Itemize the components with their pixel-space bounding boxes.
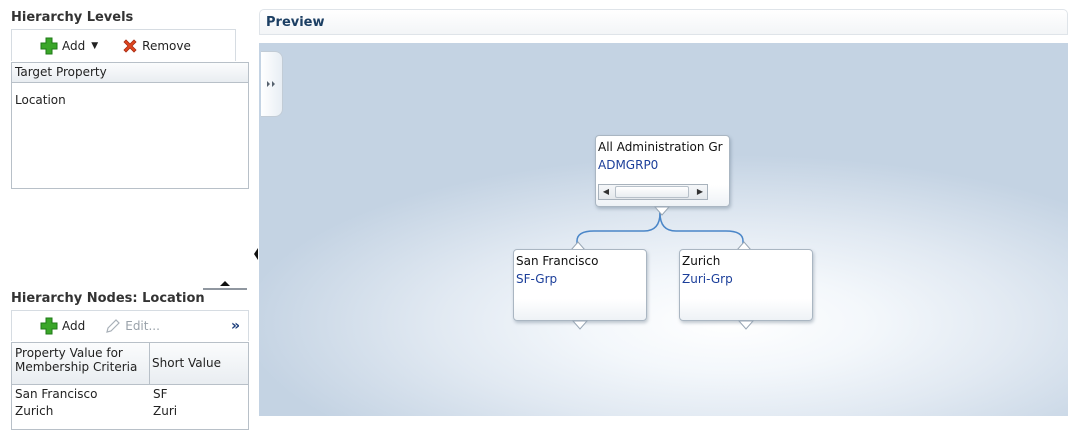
column-header-line-2: Membership Criteria	[15, 360, 138, 374]
node-label: All Administration Gr	[598, 140, 723, 154]
add-level-label: Add	[62, 38, 86, 53]
add-node-button[interactable]: Add	[40, 317, 85, 335]
node-label: Zurich	[682, 254, 721, 268]
table-row[interactable]: Location	[15, 93, 66, 107]
node-code: SF-Grp	[516, 272, 558, 286]
edit-node-label: Edit...	[125, 319, 160, 333]
plus-icon	[40, 317, 58, 335]
hierarchy-preview-canvas[interactable]: All Administration Gr ADMGRP0 ◀ ▶ San Fr…	[259, 43, 1068, 416]
node-expand-icon[interactable]	[572, 320, 588, 330]
remove-level-label: Remove	[142, 38, 191, 53]
dropdown-caret-icon: ▼	[91, 40, 99, 51]
levels-toolbar: Add ▼ Remove	[11, 29, 236, 61]
plus-icon	[40, 37, 58, 54]
column-header-property-value[interactable]: Property Value for Membership Criteria	[12, 343, 150, 384]
connector-lines	[576, 208, 744, 250]
node-scrollbar[interactable]: ◀ ▶	[598, 184, 708, 200]
row-value: Zurich	[15, 404, 54, 418]
node-code: ADMGRP0	[598, 158, 659, 172]
node-label: San Francisco	[516, 254, 599, 268]
node-expand-icon[interactable]	[654, 206, 670, 216]
nodes-toolbar: Add Edit... »	[11, 310, 249, 341]
add-level-button[interactable]: Add ▼	[40, 37, 98, 55]
collapse-up-icon[interactable]	[203, 279, 247, 291]
x-icon	[123, 38, 137, 53]
preview-title: Preview	[266, 15, 325, 30]
add-node-label: Add	[62, 319, 86, 333]
pencil-icon	[106, 319, 121, 333]
row-value: San Francisco	[15, 387, 98, 401]
hierarchy-nodes-title: Hierarchy Nodes: Location	[11, 291, 205, 306]
column-header-line-1: Property Value for	[15, 346, 123, 360]
nodes-table: Property Value for Membership Criteria S…	[11, 342, 249, 430]
table-row[interactable]: San Francisco SF	[12, 386, 248, 403]
hierarchy-levels-title: Hierarchy Levels	[11, 10, 134, 25]
scroll-thumb[interactable]	[615, 186, 689, 198]
column-header-short-value[interactable]: Short Value	[152, 356, 221, 370]
levels-table: Target Property Location	[11, 62, 249, 189]
column-header-target-property[interactable]: Target Property	[12, 63, 248, 83]
child-node[interactable]: San Francisco SF-Grp	[513, 249, 647, 321]
remove-level-button[interactable]: Remove	[122, 38, 191, 54]
row-short-value: SF	[153, 387, 168, 401]
node-expand-icon[interactable]	[738, 320, 754, 330]
nodes-table-header: Property Value for Membership Criteria S…	[12, 343, 248, 385]
preview-header: Preview	[259, 9, 1068, 35]
scroll-right-icon[interactable]: ▶	[693, 185, 707, 199]
row-short-value: Zuri	[153, 404, 178, 418]
child-node[interactable]: Zurich Zuri-Grp	[679, 249, 813, 321]
edit-node-button[interactable]: Edit...	[105, 318, 160, 334]
table-row[interactable]: Zurich Zuri	[12, 403, 248, 420]
node-code: Zuri-Grp	[682, 272, 733, 286]
root-node[interactable]: All Administration Gr ADMGRP0 ◀ ▶	[595, 135, 730, 207]
double-chevron-icon[interactable]: »	[231, 318, 240, 334]
scroll-left-icon[interactable]: ◀	[599, 185, 613, 199]
